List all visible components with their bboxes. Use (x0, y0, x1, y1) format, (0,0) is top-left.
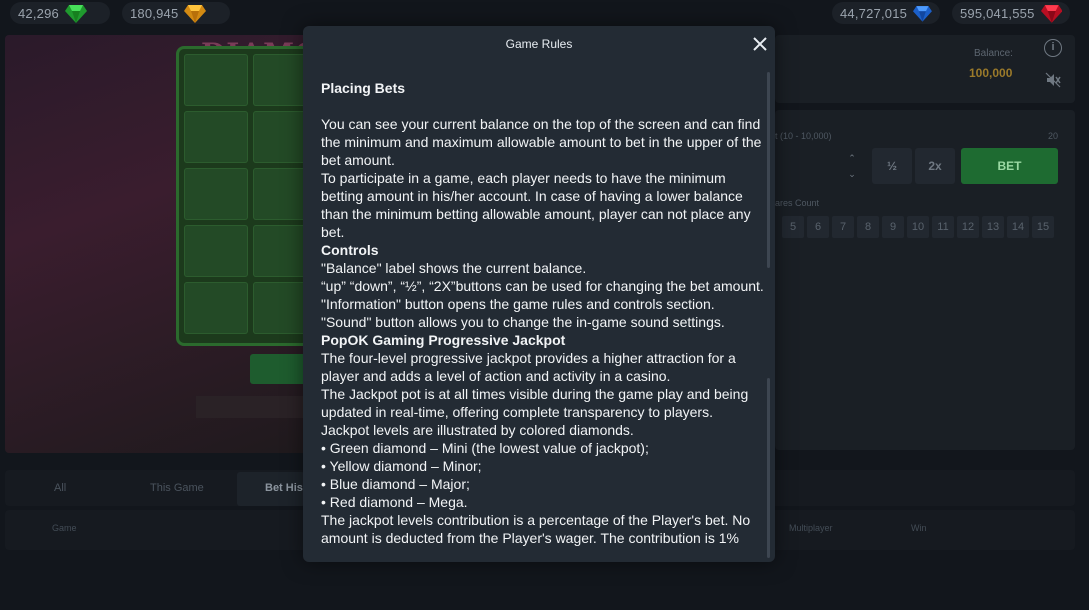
green-diamond-icon (64, 5, 87, 23)
rules-content[interactable]: Placing Bets You can see your current ba… (321, 79, 765, 562)
column-game: Game (52, 523, 77, 533)
placing-bets-heading: Placing Bets (321, 80, 406, 96)
play-button[interactable] (250, 354, 310, 384)
jackpot-level-item: • Red diamond – Mega. (321, 494, 468, 510)
squares-count-label: ares Count (775, 198, 820, 208)
jackpot-major-value: 44,727,015 (840, 5, 908, 21)
tab-this-game[interactable]: This Game (150, 482, 204, 494)
jackpot-level-item: • Blue diamond – Major; (321, 476, 470, 492)
rules-paragraph: "Information" button opens the game rule… (321, 296, 715, 312)
half-bet-button[interactable]: ½ (872, 148, 912, 184)
jackpot-mini: 42,296 (10, 2, 110, 24)
chevron-up-icon[interactable]: ⌃ (840, 150, 864, 166)
controls-heading: Controls (321, 242, 379, 258)
jackpot-bar: 42,296 180,945 44,727,015 595,041,555 (0, 0, 1089, 26)
board-tile[interactable] (184, 282, 248, 334)
close-button[interactable] (750, 34, 770, 54)
board-tile[interactable] (184, 54, 248, 106)
jackpot-level-item: • Green diamond – Mini (the lowest value… (321, 440, 649, 456)
bet-button[interactable]: BET (961, 148, 1058, 184)
bet-range-label: t (10 - 10,000) (775, 131, 832, 141)
double-bet-button[interactable]: 2x (915, 148, 955, 184)
square-count-option[interactable]: 11 (932, 216, 954, 238)
sound-muted-icon[interactable] (1044, 72, 1062, 90)
close-icon (753, 37, 767, 51)
column-multiplayer: Multiplayer (789, 523, 833, 533)
balance-label: Balance: (974, 48, 1013, 59)
square-count-option[interactable]: 15 (1032, 216, 1054, 238)
square-count-option[interactable]: 5 (782, 216, 804, 238)
modal-scrollbar[interactable] (767, 70, 771, 560)
square-count-option[interactable]: 12 (957, 216, 979, 238)
jackpot-level-item: • Yellow diamond – Minor; (321, 458, 482, 474)
scrollbar-thumb[interactable] (767, 72, 770, 268)
red-diamond-icon (1040, 5, 1062, 23)
scrollbar-track-segment (767, 378, 770, 558)
square-count-option[interactable]: 14 (1007, 216, 1029, 238)
jackpot-heading: PopOK Gaming Progressive Jackpot (321, 332, 566, 348)
speaker-muted-icon (1045, 72, 1061, 88)
tab-bet-history[interactable]: Bet Hist (265, 482, 307, 494)
square-count-option[interactable]: 7 (832, 216, 854, 238)
rules-paragraph: The Jackpot pot is at all times visible … (321, 386, 749, 420)
board-tile[interactable] (184, 111, 248, 163)
tab-all[interactable]: All (54, 482, 66, 494)
blue-diamond-icon (913, 6, 932, 22)
jackpot-minor: 180,945 (122, 2, 230, 24)
board-tile[interactable] (184, 168, 248, 220)
game-rules-modal: Game Rules Placing Bets You can see your… (303, 26, 775, 562)
yellow-diamond-icon (184, 5, 207, 23)
column-win: Win (911, 523, 927, 533)
modal-title: Game Rules (505, 37, 573, 51)
square-count-option[interactable]: 9 (882, 216, 904, 238)
jackpot-minor-value: 180,945 (130, 5, 179, 21)
game-footer (196, 396, 306, 418)
rules-paragraph: The jackpot levels contribution is a per… (321, 512, 751, 546)
square-count-option[interactable]: 8 (857, 216, 879, 238)
game-board (176, 46, 317, 346)
rules-paragraph: "Sound" button allows you to change the … (321, 314, 725, 330)
square-count-option[interactable]: 10 (907, 216, 929, 238)
jackpot-mega: 595,041,555 (952, 2, 1070, 24)
square-count-option[interactable]: 6 (807, 216, 829, 238)
jackpot-mega-value: 595,041,555 (960, 5, 1035, 21)
chevron-down-icon[interactable]: ⌄ (840, 166, 864, 182)
rules-paragraph: The four-level progressive jackpot provi… (321, 350, 736, 384)
rules-paragraph: Jackpot levels are illustrated by colore… (321, 422, 634, 438)
square-count-option[interactable]: 13 (982, 216, 1004, 238)
rules-paragraph: You can see your current balance on the … (321, 116, 762, 168)
board-tile[interactable] (184, 225, 248, 277)
bet-max-label: 20 (1048, 131, 1059, 141)
jackpot-major: 44,727,015 (832, 2, 940, 24)
account-panel (775, 35, 1075, 103)
rules-paragraph: “up” “down”, “½”, “2X”buttons can be use… (321, 278, 764, 294)
rules-paragraph: To participate in a game, each player ne… (321, 170, 751, 240)
jackpot-mini-value: 42,296 (18, 5, 59, 21)
balance-value: 100,000 (969, 66, 1013, 80)
bet-stepper[interactable]: ⌃ ⌄ (840, 150, 864, 184)
squares-count-selector: 5 6 7 8 9 10 11 12 13 14 15 (782, 216, 1054, 238)
info-icon[interactable]: i (1044, 39, 1062, 57)
rules-paragraph: "Balance" label shows the current balanc… (321, 260, 587, 276)
